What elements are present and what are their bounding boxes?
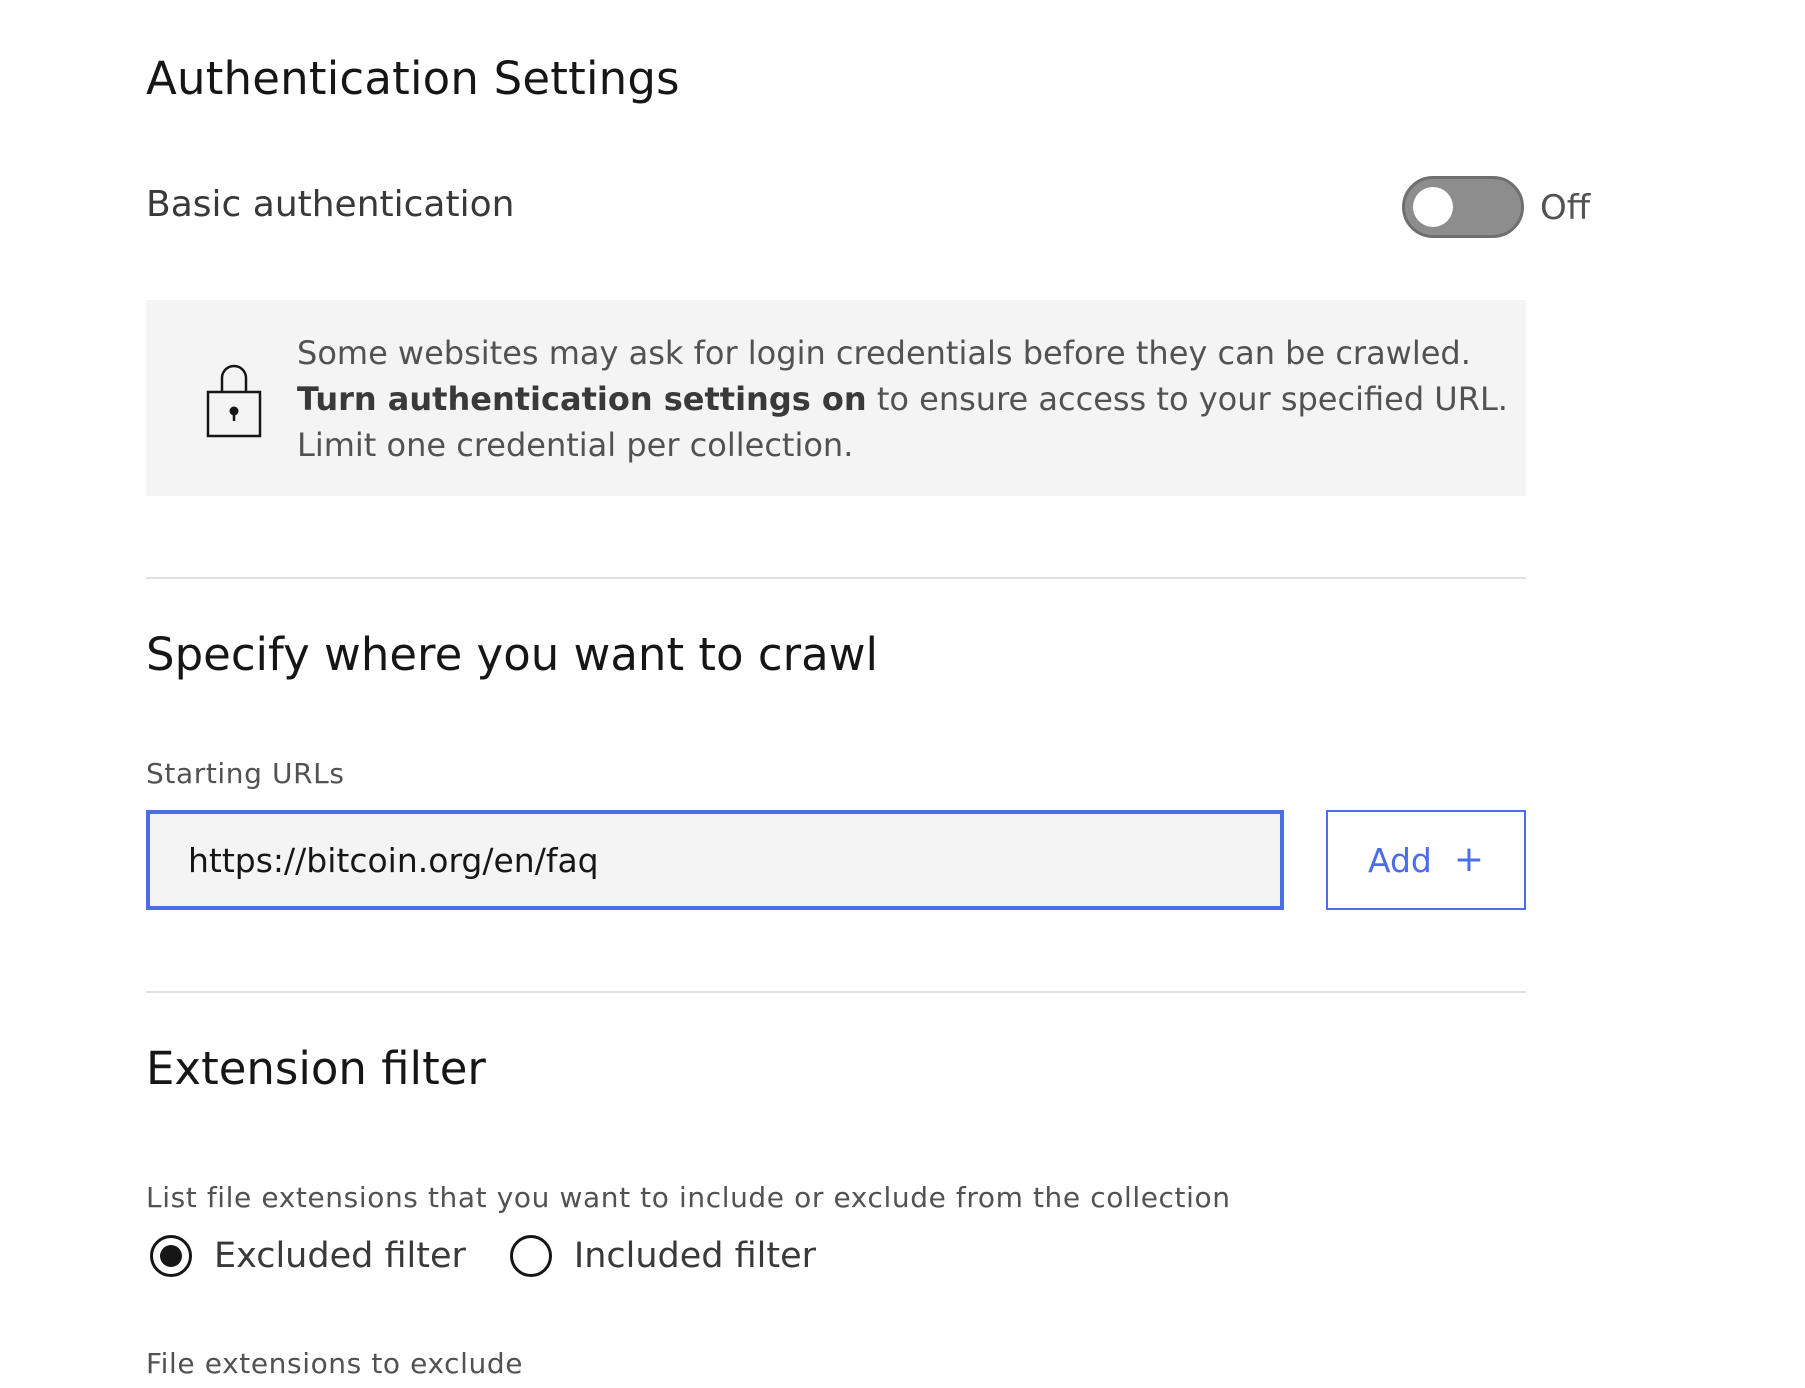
crawl-settings-page: Authentication Settings Basic authentica… bbox=[0, 0, 1805, 1388]
radio-unchecked-icon bbox=[509, 1235, 552, 1277]
basic-authentication-label: Basic authentication bbox=[146, 184, 515, 225]
toggle-knob bbox=[1413, 187, 1453, 227]
notice-line-1: Some websites may ask for login credenti… bbox=[297, 334, 1471, 372]
notice-line-3: Limit one credential per collection. bbox=[297, 426, 854, 464]
add-button-label: Add bbox=[1367, 840, 1432, 880]
extension-filter-description: List file extensions that you want to in… bbox=[146, 1181, 1231, 1214]
included-filter-radio[interactable]: Included filter bbox=[509, 1235, 817, 1277]
file-extensions-label: File extensions to exclude bbox=[146, 1347, 524, 1380]
authentication-notice: Some websites may ask for login credenti… bbox=[146, 300, 1526, 496]
section-divider bbox=[146, 991, 1526, 993]
radio-checked-icon bbox=[150, 1235, 192, 1277]
notice-bold-text: Turn authentication settings on bbox=[297, 380, 867, 418]
crawl-section-heading: Specify where you want to crawl bbox=[146, 628, 878, 681]
lock-icon bbox=[206, 364, 262, 438]
included-filter-label: Included filter bbox=[573, 1236, 817, 1276]
notice-text: Some websites may ask for login credenti… bbox=[297, 330, 1508, 468]
excluded-filter-label: Excluded filter bbox=[214, 1236, 466, 1276]
toggle-state-text: Off bbox=[1540, 188, 1591, 228]
notice-line-2: Turn authentication settings on to ensur… bbox=[297, 376, 1508, 422]
excluded-filter-radio[interactable]: Excluded filter bbox=[150, 1235, 466, 1277]
notice-line-2-rest: to ensure access to your specified URL. bbox=[866, 380, 1508, 418]
starting-urls-label: Starting URLs bbox=[146, 757, 345, 790]
section-divider bbox=[146, 577, 1526, 579]
authentication-settings-heading: Authentication Settings bbox=[146, 52, 680, 105]
starting-url-input[interactable] bbox=[146, 810, 1284, 910]
add-url-button[interactable]: Add + bbox=[1326, 810, 1526, 910]
extension-filter-radio-group: Excluded filter Included filter bbox=[150, 1235, 860, 1277]
basic-authentication-toggle[interactable] bbox=[1402, 176, 1524, 238]
extension-filter-heading: Extension filter bbox=[146, 1042, 486, 1095]
plus-icon: + bbox=[1453, 839, 1485, 880]
